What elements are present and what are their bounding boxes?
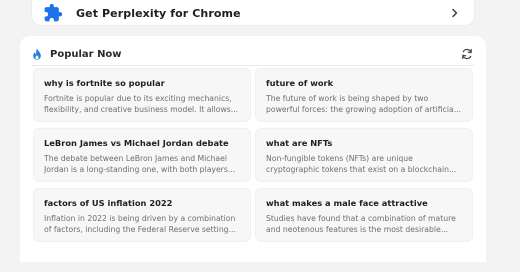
card-description: Inflation in 2022 is being driven by a c…	[44, 214, 236, 234]
popular-now-section: Popular Now why is fortnite so popular F…	[20, 36, 486, 262]
get-extension-label: Get Perplexity for Chrome	[76, 6, 241, 20]
puzzle-piece-icon	[42, 2, 64, 24]
card-title: what makes a male face attractive	[266, 198, 428, 208]
card-description: The future of work is being shaped by tw…	[266, 94, 462, 114]
card-description: The debate between LeBron James and Mich…	[44, 154, 236, 174]
popular-card[interactable]: future of work The future of work is bei…	[255, 68, 473, 122]
card-description: Fortnite is popular due to its exciting …	[44, 94, 239, 114]
refresh-icon[interactable]	[460, 47, 474, 61]
get-extension-banner[interactable]: Get Perplexity for Chrome	[31, 0, 475, 26]
popular-card[interactable]: factors of US inflation 2022 Inflation i…	[33, 188, 251, 242]
popular-card[interactable]: why is fortnite so popular Fortnite is p…	[33, 68, 251, 122]
section-title: Popular Now	[50, 48, 122, 60]
card-title: LeBron James vs Michael Jordan debate	[44, 138, 229, 148]
popular-card[interactable]: what are NFTs Non-fungible tokens (NFTs)…	[255, 128, 473, 182]
card-title: factors of US inflation 2022	[44, 198, 173, 208]
popular-card[interactable]: LeBron James vs Michael Jordan debate Th…	[33, 128, 251, 182]
fire-icon	[32, 47, 44, 61]
chevron-right-icon	[448, 6, 462, 20]
card-description: Studies have found that a combination of…	[266, 214, 456, 234]
card-title: why is fortnite so popular	[44, 78, 165, 88]
page: Get Perplexity for Chrome Popular Now wh…	[0, 0, 520, 272]
section-divider	[32, 65, 474, 66]
card-description: Non-fungible tokens (NFTs) are unique cr…	[266, 154, 457, 174]
popular-card[interactable]: what makes a male face attractive Studie…	[255, 188, 473, 242]
card-title: what are NFTs	[266, 138, 333, 148]
card-title: future of work	[266, 78, 334, 88]
popular-now-header: Popular Now	[32, 44, 474, 64]
